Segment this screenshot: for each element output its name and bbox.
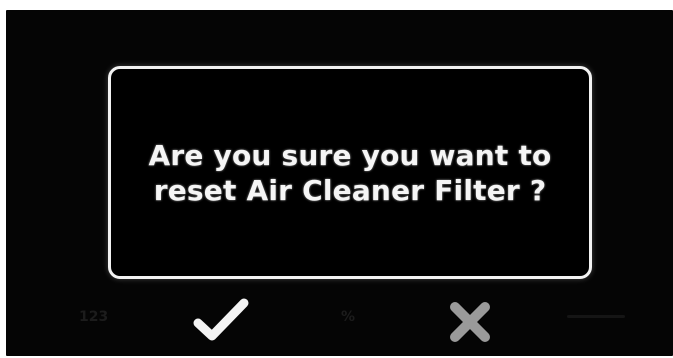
- softkey-left-label: 123: [79, 309, 109, 325]
- display-panel: 123 % Are you sure you want to reset Air…: [6, 10, 673, 356]
- x-icon: [445, 297, 495, 350]
- confirm-button[interactable]: [192, 296, 250, 346]
- dialog-message: Are you sure you want to reset Air Clean…: [148, 138, 552, 207]
- cancel-button[interactable]: [445, 298, 495, 348]
- softkey-right-dash: [567, 315, 625, 318]
- checkmark-icon: [192, 295, 250, 348]
- softkey-middle-label: %: [341, 309, 356, 325]
- screen: 123 % Are you sure you want to reset Air…: [0, 0, 673, 358]
- confirm-reset-dialog: Are you sure you want to reset Air Clean…: [108, 66, 592, 279]
